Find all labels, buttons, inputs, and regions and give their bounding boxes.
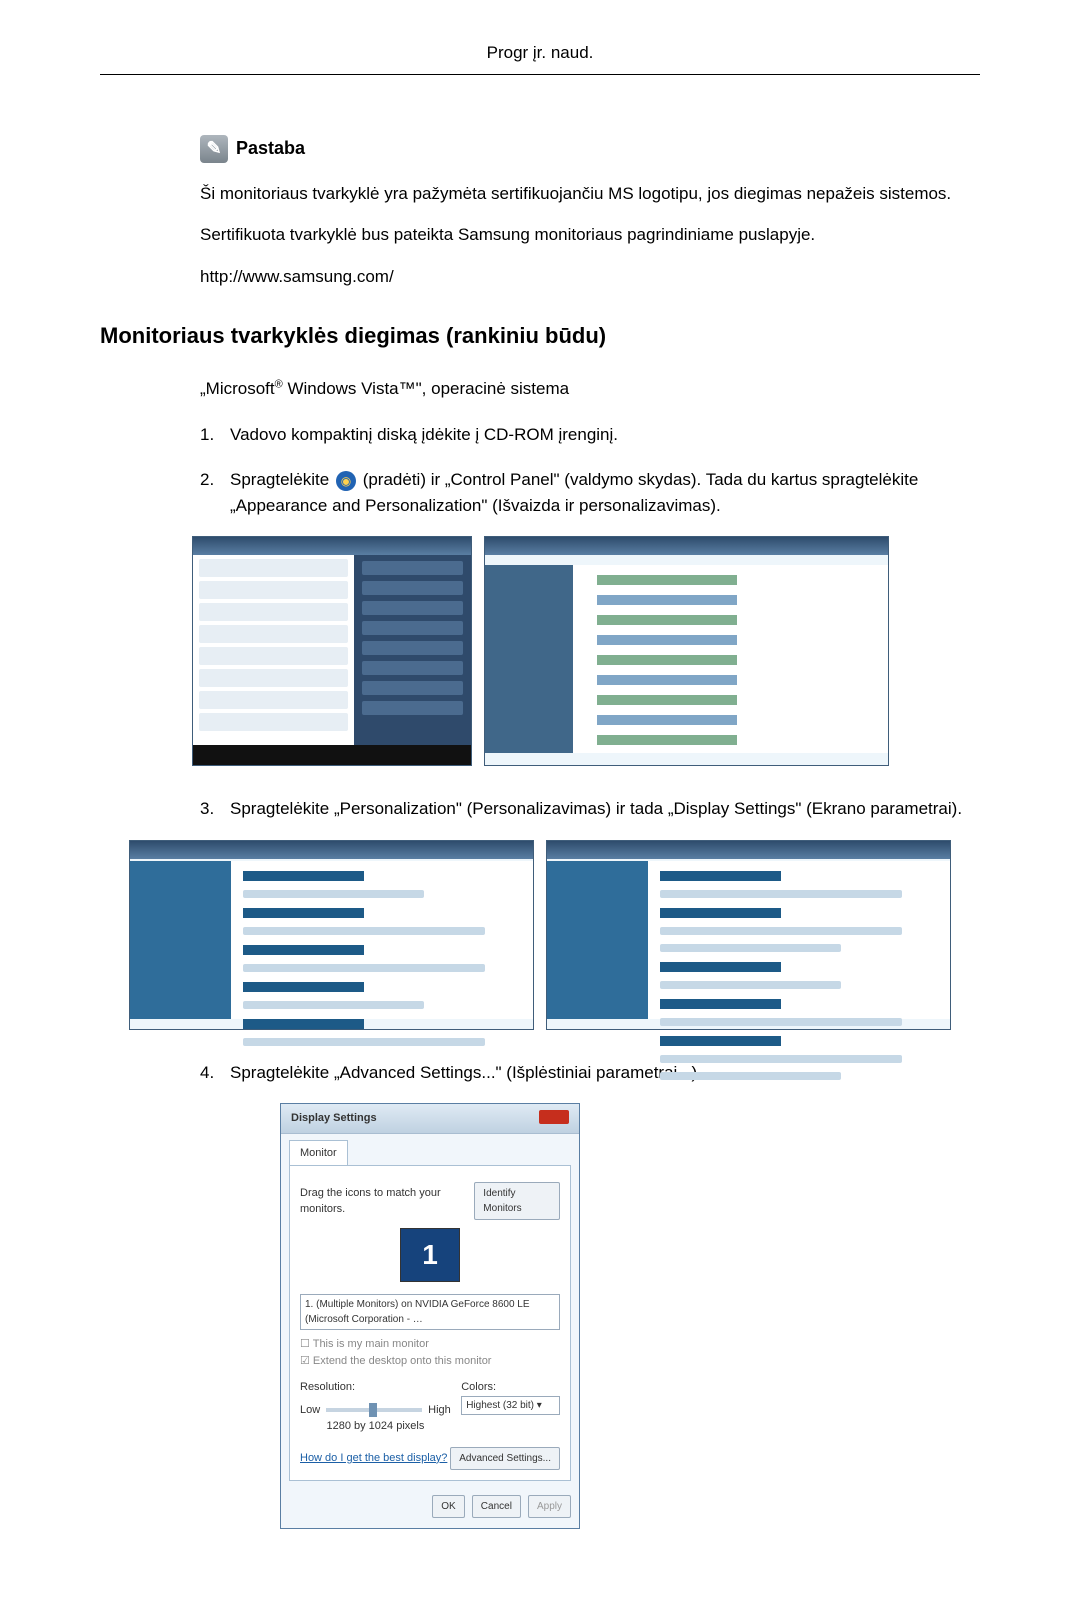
- dialog-title: Display Settings: [291, 1110, 377, 1127]
- os-prefix: „Microsoft: [200, 379, 275, 398]
- step-number-3: 3.: [200, 796, 230, 822]
- resolution-slider[interactable]: [326, 1408, 422, 1412]
- screenshot-appearance: [129, 840, 534, 1030]
- apply-button[interactable]: Apply: [528, 1495, 571, 1518]
- step-number-4: 4.: [200, 1060, 230, 1086]
- step-2-prefix: Spragtelėkite: [230, 470, 334, 489]
- cancel-button[interactable]: Cancel: [472, 1495, 521, 1518]
- colors-label: Colors:: [461, 1379, 560, 1396]
- screenshot-start-menu: [192, 536, 472, 766]
- note-icon: ✎: [200, 135, 228, 163]
- windows-start-icon: ◉: [336, 471, 356, 491]
- colors-select[interactable]: Highest (32 bit) ▾: [461, 1396, 560, 1415]
- resolution-label: Resolution:: [300, 1379, 451, 1396]
- step-3: 3. Spragtelėkite „Personalization" (Pers…: [200, 796, 980, 822]
- step-2: 2. Spragtelėkite ◉ (pradėti) ir „Control…: [200, 467, 980, 518]
- step-number-1: 1.: [200, 422, 230, 448]
- note-paragraph-1: Ši monitoriaus tvarkyklė yra pažymėta se…: [200, 181, 980, 207]
- step-number-2: 2.: [200, 467, 230, 518]
- note-heading: ✎ Pastaba: [200, 135, 980, 163]
- drag-instruction: Drag the icons to match your monitors.: [300, 1185, 474, 1218]
- checkbox-main-monitor: ☐ This is my main monitor: [300, 1336, 560, 1353]
- page-header: Progr įr. naud.: [100, 40, 980, 75]
- resolution-high: High: [428, 1402, 451, 1419]
- samsung-url[interactable]: http://www.samsung.com/: [200, 267, 394, 286]
- screenshot-row-2: [100, 840, 980, 1030]
- identify-monitors-button[interactable]: Identify Monitors: [474, 1182, 560, 1220]
- advanced-settings-button[interactable]: Advanced Settings...: [450, 1447, 560, 1470]
- monitor-select[interactable]: 1. (Multiple Monitors) on NVIDIA GeForce…: [300, 1294, 560, 1330]
- close-icon[interactable]: [539, 1110, 569, 1124]
- help-link[interactable]: How do I get the best display?: [300, 1450, 447, 1467]
- os-line: „Microsoft® Windows Vista™", operacinė s…: [200, 376, 980, 402]
- step-text-1: Vadovo kompaktinį diską įdėkite į CD-ROM…: [230, 422, 618, 448]
- note-paragraph-2: Sertifikuota tvarkyklė bus pateikta Sams…: [200, 222, 980, 248]
- step-1: 1. Vadovo kompaktinį diską įdėkite į CD-…: [200, 422, 980, 448]
- note-block: ✎ Pastaba Ši monitoriaus tvarkyklė yra p…: [200, 135, 980, 290]
- ok-button[interactable]: OK: [432, 1495, 464, 1518]
- resolution-value: 1280 by 1024 pixels: [300, 1418, 451, 1435]
- step-4: 4. Spragtelėkite „Advanced Settings..." …: [200, 1060, 980, 1086]
- section-heading: Monitoriaus tvarkyklės diegimas (rankini…: [100, 319, 980, 352]
- os-suffix: Windows Vista™", operacinė sistema: [283, 379, 569, 398]
- screenshot-row-1: [100, 536, 980, 766]
- step-text-2: Spragtelėkite ◉ (pradėti) ir „Control Pa…: [230, 467, 980, 518]
- resolution-low: Low: [300, 1402, 320, 1419]
- tab-monitor[interactable]: Monitor: [289, 1140, 348, 1166]
- screenshot-display-settings: Display Settings Monitor Drag the icons …: [280, 1103, 580, 1529]
- checkbox-extend-desktop: ☑ Extend the desktop onto this monitor: [300, 1353, 560, 1370]
- chevron-down-icon: ▾: [537, 1400, 542, 1411]
- screenshot-control-panel: [484, 536, 889, 766]
- registered-symbol: ®: [275, 378, 283, 390]
- screenshot-personalization: [546, 840, 951, 1030]
- step-text-3: Spragtelėkite „Personalization" (Persona…: [230, 796, 962, 822]
- monitor-preview-icon[interactable]: 1: [400, 1228, 460, 1282]
- step-text-4: Spragtelėkite „Advanced Settings..." (Iš…: [230, 1060, 702, 1086]
- note-title: Pastaba: [236, 135, 305, 162]
